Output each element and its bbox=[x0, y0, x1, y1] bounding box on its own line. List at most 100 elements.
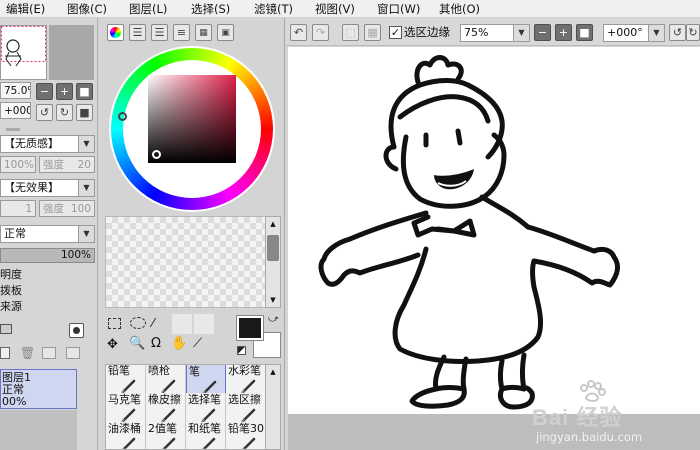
magic-wand-icon[interactable]: ⁄ bbox=[152, 316, 154, 330]
canvas-rotate-right-button[interactable]: ↻ bbox=[686, 24, 700, 41]
canvas-zoom-out-button[interactable]: − bbox=[534, 24, 551, 41]
brush-tool-0-2[interactable]: 笔 bbox=[186, 365, 226, 395]
plus-icon: + bbox=[558, 26, 569, 39]
layer-option-clip[interactable]: 拨板 bbox=[0, 284, 22, 297]
effect-strength-field[interactable]: 强度 100 bbox=[39, 200, 95, 217]
brush-tool-1-2[interactable]: 选择笔 bbox=[186, 393, 226, 424]
layer-copy-icon[interactable] bbox=[0, 347, 10, 359]
brush-tool-2-1[interactable]: 2值笔 bbox=[146, 422, 186, 449]
menu-edit[interactable]: 编辑(E) bbox=[6, 2, 45, 16]
deselect-button[interactable]: ⬚ bbox=[342, 24, 359, 41]
rgb-slider-tab[interactable]: ☰ bbox=[129, 24, 146, 41]
canvas-rotate-left-button[interactable]: ↺ bbox=[669, 24, 686, 41]
brush-tool-0-0[interactable]: 铅笔 bbox=[106, 365, 146, 395]
brush-tool-1-0[interactable]: 马克笔 bbox=[106, 393, 146, 424]
menu-image[interactable]: 图像(C) bbox=[67, 2, 107, 16]
layer-item-layer1[interactable]: 图层1 正常 00% bbox=[0, 369, 77, 409]
rotate-icon[interactable]: Ω bbox=[151, 337, 161, 351]
reset-colors-icon[interactable] bbox=[237, 346, 246, 355]
brush-tool-0-1[interactable]: 喷枪 bbox=[146, 364, 186, 395]
new-folder-icon[interactable] bbox=[0, 324, 12, 334]
layer-option-brightness[interactable]: 明度 bbox=[0, 268, 22, 281]
nav-rotation-field[interactable]: +000 bbox=[0, 102, 31, 119]
layer-opacity-slider[interactable]: 100% bbox=[0, 248, 95, 263]
layer-option-source[interactable]: 来源 bbox=[0, 300, 22, 313]
watermark-url: jingyan.baidu.com bbox=[536, 430, 643, 444]
redo-button[interactable]: ↷ bbox=[312, 24, 329, 41]
texture-percent-field[interactable]: 100% bbox=[0, 156, 36, 173]
scroll-up-icon[interactable]: ▲ bbox=[268, 219, 278, 229]
menu-filter[interactable]: 滤镜(T) bbox=[254, 2, 293, 16]
scrollbar-thumb[interactable] bbox=[267, 235, 279, 261]
chevron-down-icon: ▼ bbox=[78, 180, 94, 196]
left-panel: 75.0% − + ■ +000 ↺ ↻ ■ 【无质感】 ▼ 100% 强度 2… bbox=[0, 18, 98, 450]
undo-button[interactable]: ↶ bbox=[290, 24, 307, 41]
swap-colors-icon[interactable]: ⤻ bbox=[268, 314, 279, 325]
scroll-down-icon[interactable]: ▼ bbox=[268, 295, 278, 305]
layer-merge-icon[interactable] bbox=[42, 347, 56, 359]
brush-panel-scrollbar[interactable]: ▲ bbox=[265, 364, 281, 450]
primary-color-swatch[interactable] bbox=[236, 315, 264, 341]
brush-tool-icon bbox=[161, 379, 176, 394]
brush-tool-2-2[interactable]: 和纸笔 bbox=[186, 422, 226, 449]
selection-edge-checkbox[interactable]: ✓ bbox=[389, 26, 402, 39]
nav-zoom-field[interactable]: 75.0% bbox=[0, 82, 31, 99]
canvas-rotation-dropdown[interactable]: +000° ▼ bbox=[603, 24, 665, 42]
color-scratchpad[interactable] bbox=[105, 216, 267, 308]
menu-other[interactable]: 其他(O) bbox=[439, 2, 480, 16]
layer-mask-icon[interactable] bbox=[69, 323, 84, 338]
lasso-icon[interactable] bbox=[130, 317, 146, 329]
rect-select-icon[interactable] bbox=[108, 318, 121, 329]
brush-tool-icon bbox=[202, 437, 216, 449]
effect-value-field[interactable]: 1 bbox=[0, 200, 36, 217]
hand-icon[interactable]: ✋ bbox=[171, 337, 187, 351]
menu-select[interactable]: 选择(S) bbox=[191, 2, 230, 16]
effect-dropdown[interactable]: 【无效果】 ▼ bbox=[0, 179, 95, 197]
sliders-icon: ☰ bbox=[154, 26, 165, 39]
canvas-zoom-reset-button[interactable]: ■ bbox=[576, 24, 593, 41]
nav-zoom-in-button[interactable]: + bbox=[56, 83, 73, 100]
menu-layer[interactable]: 图层(L) bbox=[129, 2, 167, 16]
drawing-canvas[interactable] bbox=[288, 47, 700, 414]
redo-icon: ↷ bbox=[315, 26, 326, 39]
texture-dropdown[interactable]: 【无质感】 ▼ bbox=[0, 135, 95, 153]
navigator-thumbnail[interactable] bbox=[0, 25, 47, 80]
saturation-value-square[interactable] bbox=[148, 75, 236, 163]
scratchpad-scrollbar[interactable]: ▲ ▼ bbox=[265, 216, 281, 308]
move-icon[interactable]: ✥ bbox=[107, 338, 118, 352]
menu-window[interactable]: 窗口(W) bbox=[377, 2, 420, 16]
trash-icon[interactable]: 🗑 bbox=[20, 346, 35, 360]
zoom-icon[interactable]: 🔍 bbox=[129, 337, 145, 351]
menu-view[interactable]: 视图(V) bbox=[315, 2, 355, 16]
hue-cursor[interactable] bbox=[118, 112, 127, 121]
intermediate-color-tab[interactable]: ≡ bbox=[173, 24, 190, 41]
scroll-up-icon[interactable]: ▲ bbox=[268, 367, 278, 377]
layer-flatten-icon[interactable] bbox=[66, 347, 80, 359]
brush-tool-name: 2值笔 bbox=[148, 422, 177, 435]
nav-zoom-reset-button[interactable]: ■ bbox=[76, 83, 93, 100]
brush-tool-2-0[interactable]: 油漆桶 bbox=[106, 422, 146, 449]
texture-strength-field[interactable]: 强度 20 bbox=[39, 156, 95, 173]
color-wheel-tab[interactable] bbox=[107, 24, 124, 41]
brush-tool-name: 喷枪 bbox=[148, 364, 170, 377]
eyedropper-icon[interactable]: ⟋ bbox=[193, 337, 202, 351]
canvas-zoom-in-button[interactable]: + bbox=[555, 24, 572, 41]
brush-tool-icon bbox=[121, 379, 136, 394]
sv-cursor[interactable] bbox=[152, 150, 161, 159]
brush-tool-1-3[interactable]: 选区擦 bbox=[226, 393, 266, 424]
empty-tool-slot bbox=[172, 314, 192, 334]
panel-divider-grip[interactable] bbox=[6, 128, 20, 131]
canvas-zoom-dropdown[interactable]: 75% ▼ bbox=[460, 24, 530, 42]
nav-zoom-out-button[interactable]: − bbox=[36, 83, 53, 100]
nav-rotate-reset-button[interactable]: ■ bbox=[76, 104, 93, 121]
brush-tool-1-1[interactable]: 橡皮擦 bbox=[146, 393, 186, 424]
hsv-slider-tab[interactable]: ☰ bbox=[151, 24, 168, 41]
brush-tool-0-3[interactable]: 水彩笔 bbox=[226, 365, 266, 395]
swatches-tab[interactable]: ▦ bbox=[195, 24, 212, 41]
nav-rotate-right-button[interactable]: ↻ bbox=[56, 104, 73, 121]
scratchpad-tab[interactable]: ▣ bbox=[217, 24, 234, 41]
brush-tool-2-3[interactable]: 铅笔30 bbox=[226, 422, 266, 449]
invert-selection-button[interactable]: ▦ bbox=[364, 24, 381, 41]
blend-mode-dropdown[interactable]: 正常 ▼ bbox=[0, 225, 95, 243]
nav-rotate-left-button[interactable]: ↺ bbox=[36, 104, 53, 121]
